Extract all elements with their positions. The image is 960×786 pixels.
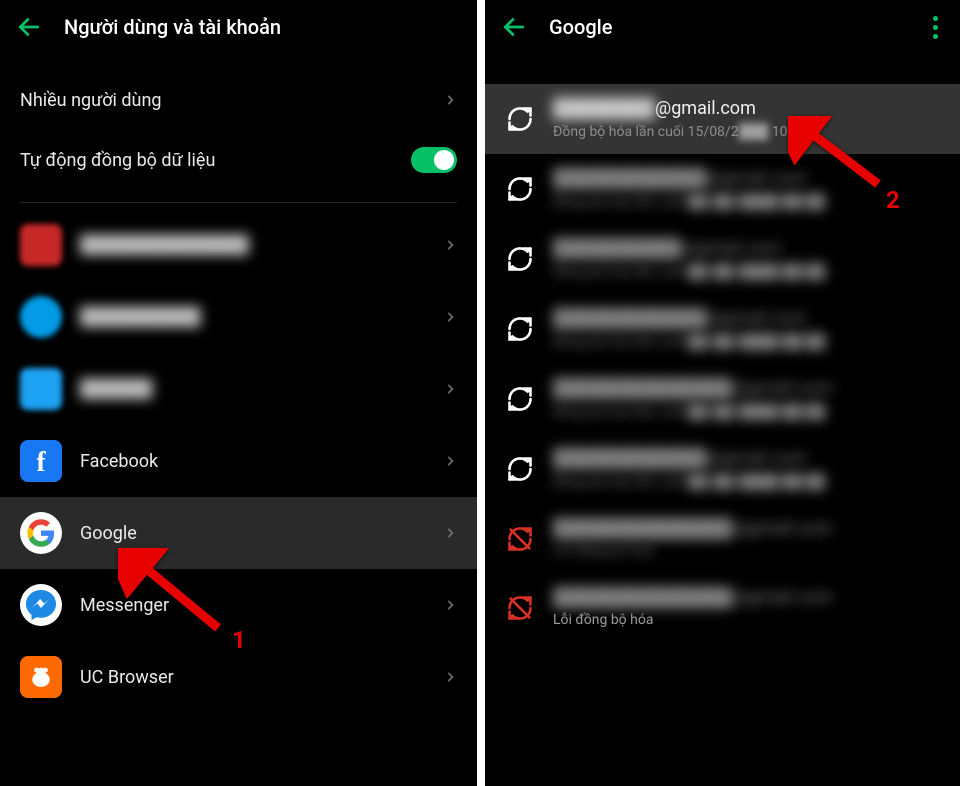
google-icon (20, 512, 62, 554)
chevron-right-icon (443, 379, 457, 399)
google-account-row-error[interactable]: ██████████████@gmail.comLỗi đồng bộ hóa (485, 504, 960, 573)
chevron-right-icon (443, 235, 457, 255)
account-label-redacted: ██████████████ (80, 235, 249, 255)
account-label-redacted: ██████████ (80, 307, 200, 327)
last-sync-text: Đồng bộ hóa lần cuối 15/08/2███ 10:31 (553, 123, 807, 140)
account-email: ████████@gmail.com (553, 98, 807, 119)
sync-error-label: Lỗi đồng bộ hóa (553, 612, 832, 628)
app-icon (20, 296, 62, 338)
account-row-redacted[interactable]: ██████████████ (0, 209, 477, 281)
auto-sync-row[interactable]: Tự động đồng bộ dữ liệu (0, 130, 477, 190)
chevron-right-icon (443, 90, 457, 110)
sync-error-icon (505, 524, 535, 554)
sync-icon (505, 384, 535, 414)
account-row-ucbrowser[interactable]: UC Browser (0, 641, 477, 713)
ucbrowser-icon (20, 656, 62, 698)
app-icon (20, 224, 62, 266)
google-account-row-redacted[interactable]: ████████████@gmail.comĐồng bộ hóa lần cu… (485, 294, 960, 364)
sync-icon (505, 314, 535, 344)
google-account-row-error[interactable]: ██████████████@gmail.com Lỗi đồng bộ hóa (485, 573, 960, 642)
page-title: Google (549, 15, 612, 39)
chevron-right-icon (443, 307, 457, 327)
auto-sync-toggle[interactable] (411, 147, 457, 173)
app-icon (20, 368, 62, 410)
chevron-right-icon (443, 667, 457, 687)
sync-icon (505, 244, 535, 274)
sync-icon (505, 454, 535, 484)
google-account-row-redacted[interactable]: ██████████@gmail.comĐồng bộ hóa lần cuối… (485, 224, 960, 294)
users-accounts-screen: Người dùng và tài khoản Nhiều người dùng… (0, 0, 477, 786)
tutorial-screenshot: Người dùng và tài khoản Nhiều người dùng… (0, 0, 960, 786)
section-divider (20, 202, 457, 203)
overflow-menu-icon[interactable] (933, 16, 944, 39)
google-account-row-redacted[interactable]: ████████████@gmail.comĐồng bộ hóa lần cu… (485, 154, 960, 224)
account-row-facebook[interactable]: f Facebook (0, 425, 477, 497)
google-account-row-redacted[interactable]: ████████████@gmail.comĐồng bộ hóa lần cu… (485, 434, 960, 504)
multiple-users-row[interactable]: Nhiều người dùng (0, 70, 477, 130)
account-row-redacted[interactable]: ██████ (0, 353, 477, 425)
chevron-right-icon (443, 451, 457, 471)
account-row-messenger[interactable]: Messenger (0, 569, 477, 641)
sync-icon (505, 174, 535, 204)
google-label: Google (80, 523, 137, 544)
messenger-label: Messenger (80, 595, 169, 616)
google-account-row[interactable]: ████████@gmail.com Đồng bộ hóa lần cuối … (485, 84, 960, 154)
back-arrow-icon[interactable] (501, 14, 527, 40)
sync-error-icon (505, 593, 535, 623)
header: Google (485, 0, 960, 54)
back-arrow-icon[interactable] (16, 14, 42, 40)
chevron-right-icon (443, 523, 457, 543)
facebook-label: Facebook (80, 451, 158, 472)
facebook-icon: f (20, 440, 62, 482)
google-account-row-redacted[interactable]: ██████████████@gmail.comĐồng bộ hóa lần … (485, 364, 960, 434)
header: Người dùng và tài khoản (0, 0, 477, 54)
account-row-redacted[interactable]: ██████████ (0, 281, 477, 353)
account-label-redacted: ██████ (80, 379, 152, 399)
account-row-google[interactable]: Google (0, 497, 477, 569)
multiple-users-label: Nhiều người dùng (20, 90, 162, 111)
page-title: Người dùng và tài khoản (64, 15, 281, 39)
sync-icon (505, 104, 535, 134)
chevron-right-icon (443, 595, 457, 615)
ucbrowser-label: UC Browser (80, 667, 174, 688)
panel-separator (477, 0, 485, 786)
auto-sync-label: Tự động đồng bộ dữ liệu (20, 150, 215, 171)
google-accounts-screen: Google ████████@gmail.com Đồng bộ hóa lầ… (485, 0, 960, 786)
messenger-icon (20, 584, 62, 626)
